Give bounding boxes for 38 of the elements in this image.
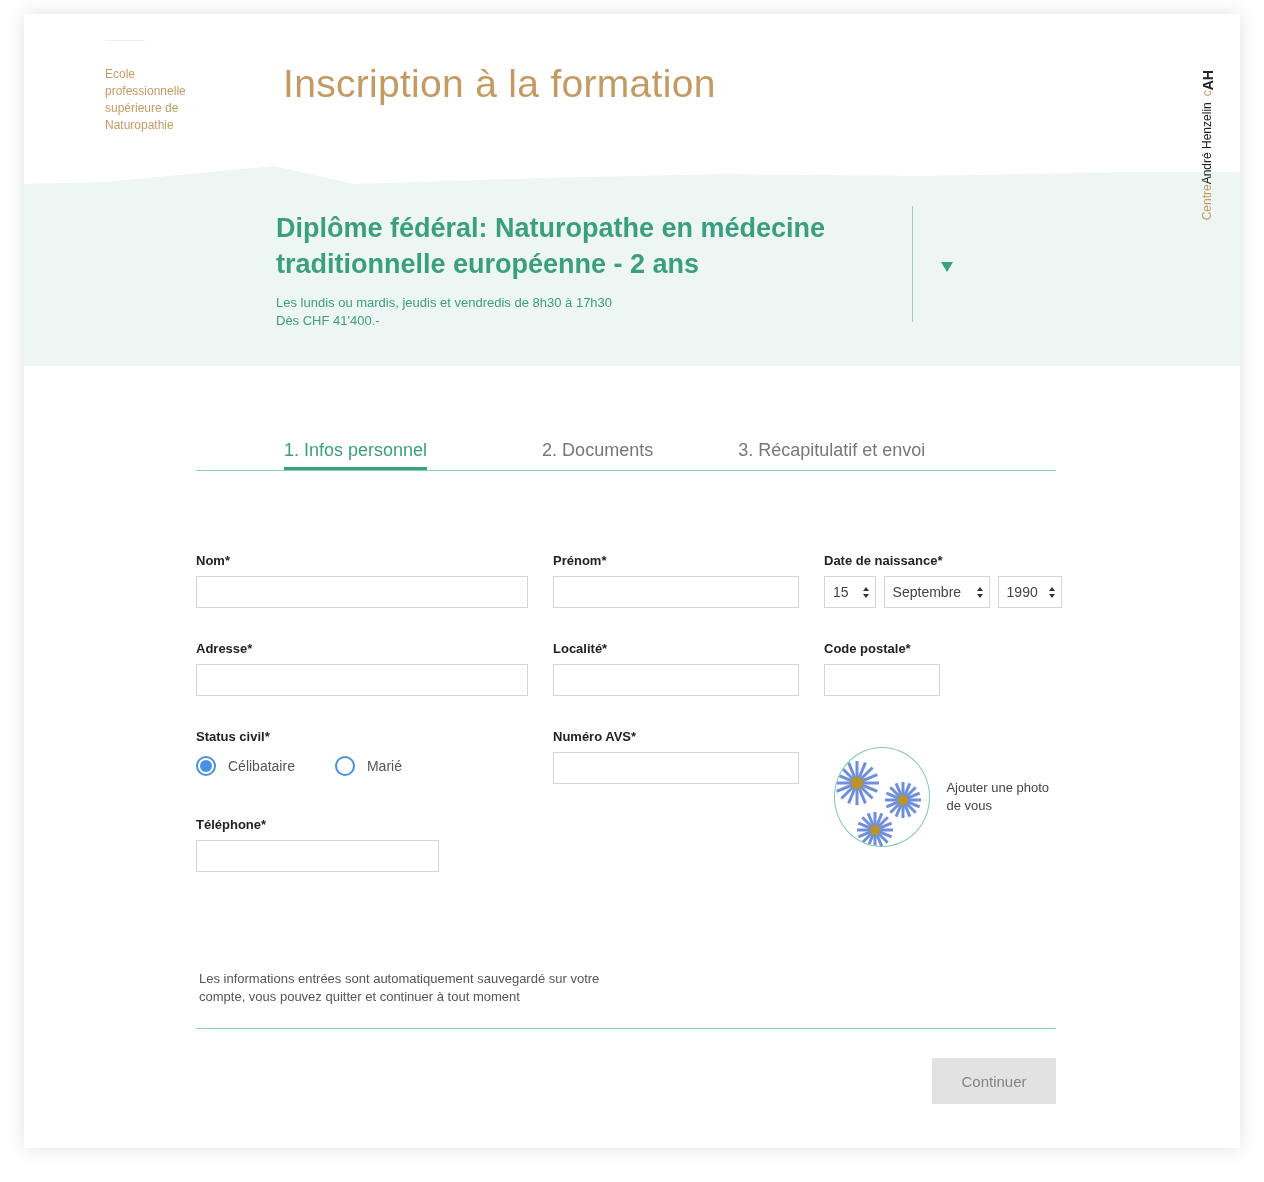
stepper-arrows-icon: [862, 586, 869, 598]
radio-button[interactable]: [196, 756, 216, 776]
step-tab[interactable]: 2. Documents: [542, 428, 654, 470]
text-input-field[interactable]: [553, 752, 799, 784]
page-title: Inscription à la formation: [283, 62, 716, 107]
text-input-field[interactable]: [553, 576, 799, 608]
field-label: Téléphone*: [196, 817, 268, 832]
stepper-arrows-icon: [1049, 586, 1055, 598]
expand-toggle[interactable]: [941, 260, 953, 274]
course-price: Dès CHF 41'400.-: [276, 312, 381, 330]
photo-label: Ajouter une photo de vous: [946, 779, 1051, 815]
course-schedule: Les lundis ou mardis, jeudis et vendredis de 8h30 à 17h30: [276, 294, 614, 312]
field-label: Prénom*: [553, 553, 608, 568]
radio-button[interactable]: [334, 756, 355, 776]
text-input-field[interactable]: [824, 664, 940, 696]
text-input-field[interactable]: [196, 576, 528, 608]
field-label: Adresse*: [196, 641, 254, 656]
field-label: Date de naissance*: [824, 553, 944, 568]
radio-option[interactable]: Marié: [334, 756, 402, 776]
step-tab[interactable]: 3. Récapitulatif et envoi: [738, 428, 926, 470]
text-input-field[interactable]: [196, 664, 528, 696]
text-input-field[interactable]: [196, 840, 439, 872]
field-label: Nom*: [196, 553, 231, 568]
field-label: Localité*: [553, 641, 609, 656]
year-select[interactable]: 1990: [997, 576, 1062, 608]
field-label: Code postale*: [824, 641, 912, 656]
course-title: Diplôme fédéral: Naturopathe en médecine traditionnelle européenne - 2 ans: [276, 212, 827, 281]
text-input-field[interactable]: [553, 664, 799, 696]
field-label: Status civil*: [196, 729, 271, 744]
stepper-arrows-icon: [976, 586, 983, 598]
month-select[interactable]: Septembre: [883, 576, 990, 608]
triangle-icon: [941, 262, 953, 272]
autosave-notice: Les informations entrées sont automatiquement sauvegardé sur votre compte, vous pouvez quitter et continuer à tout moment: [199, 970, 601, 1006]
field-label: Numéro AVS*: [553, 729, 638, 744]
school-name: Ecole professionnelle supérieure de Naturopathie: [105, 66, 187, 134]
brand-logo: CentreAndré Henzelin cAH: [1200, 70, 1216, 221]
day-select[interactable]: 15: [824, 576, 876, 608]
radio-option[interactable]: Célibataire: [196, 756, 295, 776]
